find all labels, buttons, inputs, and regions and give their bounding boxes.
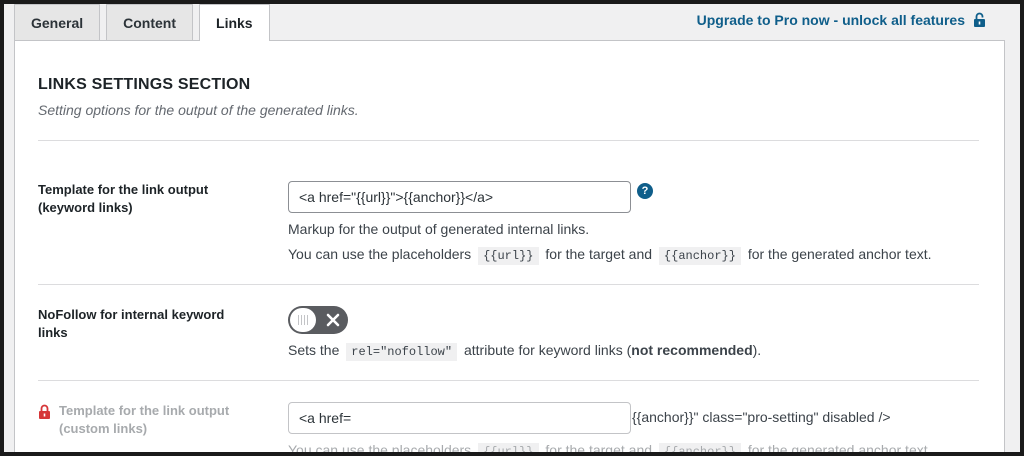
template-keyword-desc: Markup for the output of generated inter…	[288, 221, 590, 237]
nofollow-code: rel="nofollow"	[346, 343, 458, 361]
upgrade-link[interactable]: Upgrade to Pro now - unlock all features	[697, 12, 986, 28]
nofollow-label: NoFollow for internal keyword links	[38, 306, 258, 342]
custom-desc-mid: for the target and	[545, 442, 653, 456]
template-custom-label: Template for the link output (custom lin…	[38, 402, 258, 438]
section-description: Setting options for the output of the ge…	[38, 102, 359, 118]
template-keyword-label-line2: (keyword links)	[38, 200, 133, 215]
settings-tabs: General Content Links	[14, 4, 270, 41]
lock-icon	[38, 404, 51, 438]
nofollow-desc: Sets the rel="nofollow" attribute for ke…	[288, 342, 762, 361]
lock-open-icon	[973, 12, 986, 28]
custom-desc-pre: You can use the placeholders	[288, 442, 472, 456]
template-keyword-label-line1: Template for the link output	[38, 182, 209, 197]
template-custom-tail: {{anchor}}" class="pro-setting" disabled…	[632, 409, 891, 425]
placeholder-url-code: {{url}}	[478, 247, 539, 265]
nofollow-desc-mid: attribute for keyword links (	[463, 342, 632, 358]
placeholders-desc-pre: You can use the placeholders	[288, 246, 472, 262]
help-icon[interactable]: ?	[637, 183, 653, 199]
tab-content[interactable]: Content	[106, 4, 194, 40]
nofollow-label-line2: links	[38, 325, 68, 340]
nofollow-desc-post: ).	[752, 342, 762, 358]
x-icon	[326, 313, 340, 327]
nofollow-toggle[interactable]	[288, 306, 348, 334]
template-keyword-input[interactable]	[288, 181, 631, 213]
template-custom-label-line2: (custom links)	[59, 421, 148, 436]
custom-placeholder-url-code: {{url}}	[478, 443, 539, 456]
tab-general[interactable]: General	[14, 4, 101, 40]
nofollow-label-line1: NoFollow for internal keyword	[38, 307, 225, 322]
placeholder-anchor-code: {{anchor}}	[658, 247, 741, 265]
section-divider	[38, 140, 979, 141]
help-icon-glyph: ?	[641, 185, 649, 197]
template-custom-label-line1: Template for the link output	[59, 403, 230, 418]
placeholders-desc-post: for the generated anchor text.	[747, 246, 932, 262]
row-divider	[38, 284, 979, 285]
section-title: LINKS SETTINGS SECTION	[38, 76, 251, 93]
template-custom-input[interactable]	[288, 402, 631, 434]
template-keyword-placeholders-desc: You can use the placeholders {{url}} for…	[288, 246, 932, 265]
tab-general-label: General	[31, 14, 84, 31]
custom-placeholder-anchor-code: {{anchor}}	[658, 443, 741, 456]
row-divider	[38, 380, 979, 381]
nofollow-desc-pre: Sets the	[288, 342, 340, 358]
tab-links-label: Links	[216, 15, 253, 31]
custom-desc-post: for the generated anchor text.	[747, 442, 932, 456]
template-custom-desc: You can use the placeholders {{url}} for…	[288, 442, 932, 456]
template-keyword-label: Template for the link output (keyword li…	[38, 181, 258, 217]
upgrade-link-label: Upgrade to Pro now - unlock all features	[696, 12, 965, 28]
tab-links[interactable]: Links	[199, 4, 270, 41]
settings-panel: LINKS SETTINGS SECTION Setting options f…	[14, 40, 1005, 456]
toggle-knob	[290, 308, 316, 332]
placeholders-desc-mid: for the target and	[545, 246, 653, 262]
tab-content-label: Content	[123, 14, 177, 31]
nofollow-desc-bold: not recommended	[631, 342, 753, 358]
